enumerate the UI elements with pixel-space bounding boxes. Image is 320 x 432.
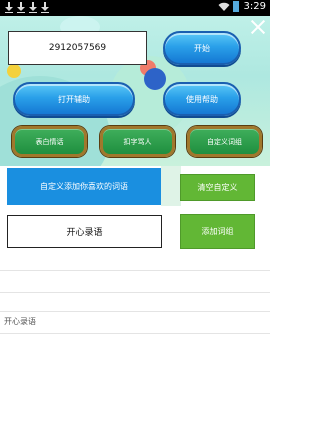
decor-dot <box>144 68 166 90</box>
close-icon[interactable] <box>250 19 266 35</box>
divider <box>0 292 270 293</box>
add-word-button[interactable]: 添加词组 <box>180 214 255 249</box>
divider <box>0 311 270 312</box>
notification-icons <box>5 2 49 13</box>
status-bar: 3:29 <box>0 0 270 16</box>
decor-accent <box>161 166 181 206</box>
word-input[interactable]: 开心录语 <box>7 215 162 248</box>
divider <box>0 270 270 271</box>
custom-words-section <box>0 166 270 432</box>
divider <box>0 333 270 334</box>
wifi-icon <box>218 2 230 11</box>
mode-love-words-button[interactable]: 表白情话 <box>12 126 87 157</box>
clear-custom-button[interactable]: 清空自定义 <box>180 174 255 201</box>
open-assist-button[interactable]: 打开辅助 <box>13 82 135 116</box>
mode-custom-words-button[interactable]: 自定义词组 <box>187 126 262 157</box>
download-icon <box>29 2 37 13</box>
help-button[interactable]: 使用帮助 <box>163 82 241 116</box>
qq-number-field[interactable]: 2912057569 <box>8 31 147 65</box>
mode-insult-button[interactable]: 扣字骂人 <box>100 126 175 157</box>
custom-description: 自定义添加你喜欢的词语 <box>7 168 161 205</box>
start-button[interactable]: 开始 <box>163 31 241 65</box>
decor-dot <box>7 64 21 78</box>
download-icon <box>17 2 25 13</box>
battery-icon <box>232 1 239 12</box>
list-item[interactable]: 开心录语 <box>4 316 36 327</box>
system-icons: 3:29 <box>218 1 266 12</box>
download-icon <box>5 2 13 13</box>
download-icon <box>41 2 49 13</box>
clock: 3:29 <box>243 1 266 12</box>
